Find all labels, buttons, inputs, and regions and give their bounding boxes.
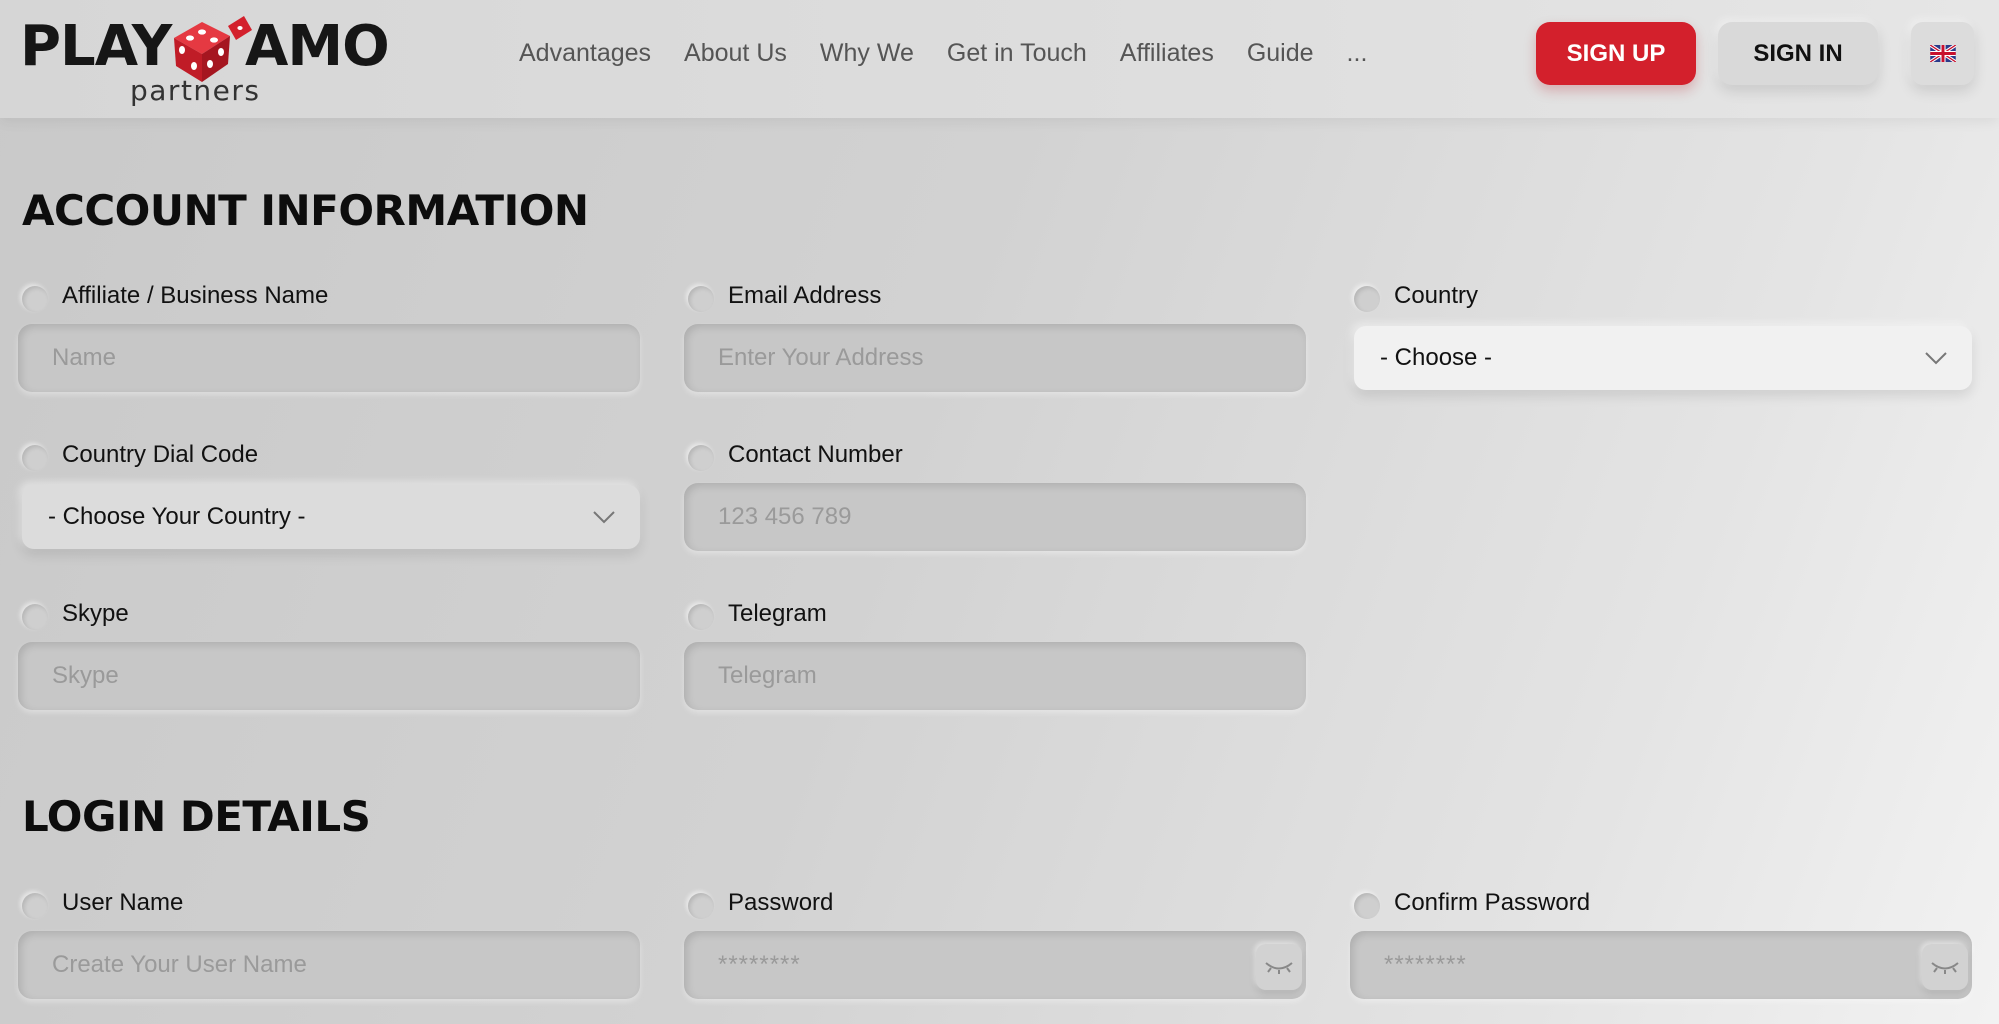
telegram-input[interactable] [684,642,1306,710]
telegram-radio[interactable] [688,604,714,630]
confirm-password-input[interactable] [1350,931,1972,999]
country-radio[interactable] [1354,286,1380,312]
business-name-label: Affiliate / Business Name [62,282,329,309]
chevron-down-icon [1925,352,1947,365]
skype-input[interactable] [18,642,640,710]
telegram-label: Telegram [728,600,827,627]
dial-code-radio[interactable] [22,445,48,471]
eye-closed-icon [1265,962,1293,974]
eye-closed-icon [1931,962,1959,974]
playamo-partners-logo[interactable]: PLAY AMO partners [20,8,390,107]
nav-advantages[interactable]: Advantages [519,39,651,68]
business-name-input[interactable] [18,324,640,392]
account-information-heading: ACCOUNT INFORMATION [22,186,589,235]
password-label: Password [728,889,834,916]
contact-number-input[interactable] [684,483,1306,551]
contact-number-radio[interactable] [688,445,714,471]
country-select[interactable]: - Choose - [1354,326,1972,390]
business-name-radio[interactable] [22,286,48,312]
logo-word-play: PLAY [20,14,172,79]
nav-why-we[interactable]: Why We [820,39,914,68]
username-label: User Name [62,889,184,916]
nav-guide[interactable]: Guide [1247,39,1314,68]
dial-code-label: Country Dial Code [62,441,259,468]
email-label: Email Address [728,282,882,309]
nav-about-us[interactable]: About Us [684,39,787,68]
sign-in-button[interactable]: SIGN IN [1718,22,1878,85]
uk-flag-icon [1929,45,1956,62]
nav-affiliates[interactable]: Affiliates [1120,39,1214,68]
logo-word-amo: AMO [245,14,390,79]
dial-code-select[interactable]: - Choose Your Country - [22,485,640,549]
login-details-heading: LOGIN DETAILS [22,792,371,841]
confirm-password-radio[interactable] [1354,893,1380,919]
language-button[interactable] [1911,22,1974,85]
country-label: Country [1394,282,1479,309]
password-visibility-toggle[interactable] [1256,944,1302,990]
country-select-value: - Choose - [1380,344,1493,371]
email-radio[interactable] [688,286,714,312]
confirm-password-visibility-toggle[interactable] [1922,944,1968,990]
nav-get-in-touch[interactable]: Get in Touch [947,39,1087,68]
password-input[interactable] [684,931,1306,999]
skype-label: Skype [62,600,129,627]
dice-icon [174,16,252,82]
email-input[interactable] [684,324,1306,392]
contact-number-label: Contact Number [728,441,903,468]
dial-code-select-value: - Choose Your Country - [48,503,306,530]
logo-subtitle: partners [130,74,261,107]
top-header: PLAY AMO partners Advantages About Us Wh… [0,0,1999,118]
chevron-down-icon [593,511,615,524]
username-input[interactable] [18,931,640,999]
main-nav: Advantages About Us Why We Get in Touch … [519,32,1400,74]
confirm-password-label: Confirm Password [1394,889,1591,916]
sign-up-button[interactable]: SIGN UP [1536,22,1696,85]
skype-radio[interactable] [22,604,48,630]
password-radio[interactable] [688,893,714,919]
username-radio[interactable] [22,893,48,919]
nav-more[interactable]: ... [1347,39,1368,68]
